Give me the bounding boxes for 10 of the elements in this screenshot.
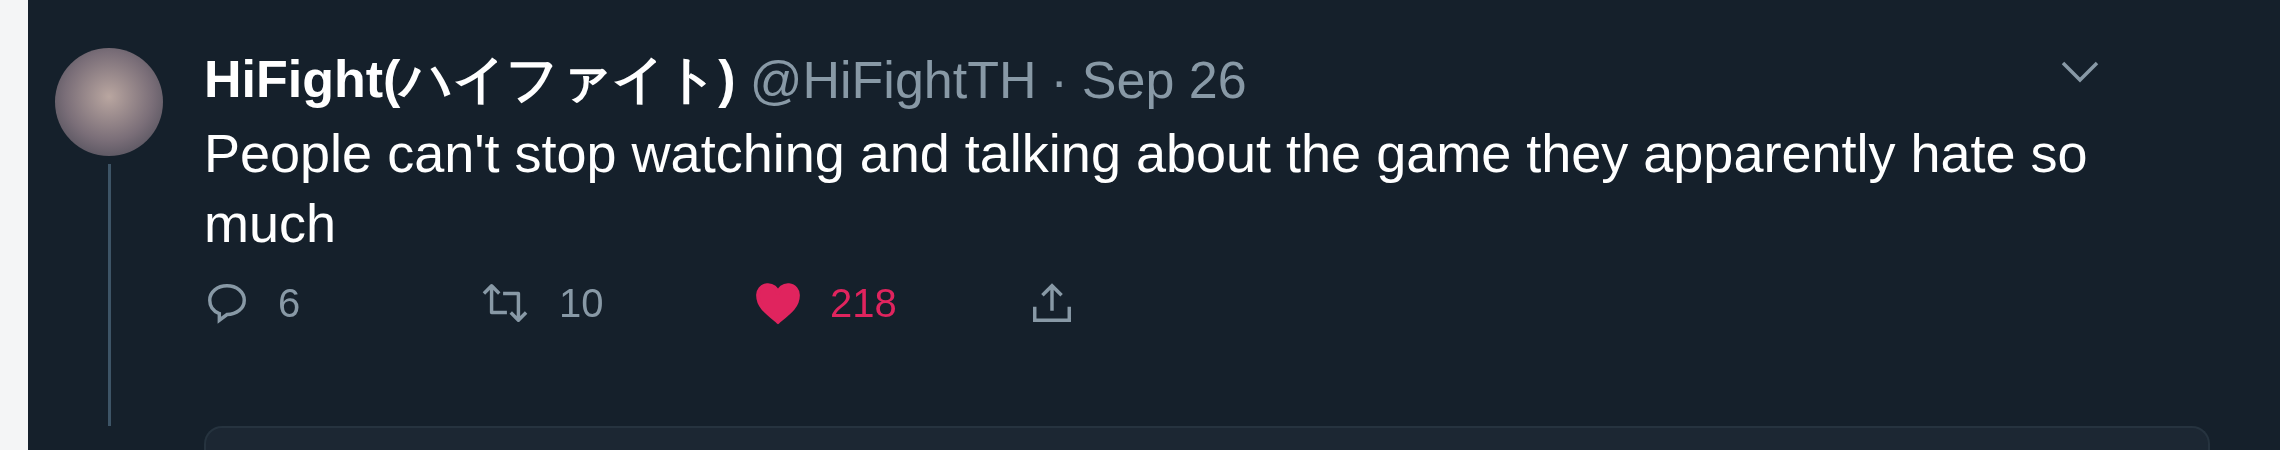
display-name[interactable]: HiFight(ハイファイト) [204,45,736,115]
tweet-date[interactable]: Sep 26 [1081,50,1247,110]
like-button[interactable]: 218 [754,280,1029,326]
separator: · [1050,50,1068,110]
retweet-button[interactable]: 10 [479,280,754,326]
user-handle[interactable]: @HiFightTH [749,50,1037,110]
heart-icon [754,280,802,326]
chevron-down-icon[interactable] [2060,60,2100,84]
reply-button[interactable]: 6 [204,280,479,326]
tweet-text: People can't stop watching and talking about the game they apparently hate so much [204,122,2089,255]
